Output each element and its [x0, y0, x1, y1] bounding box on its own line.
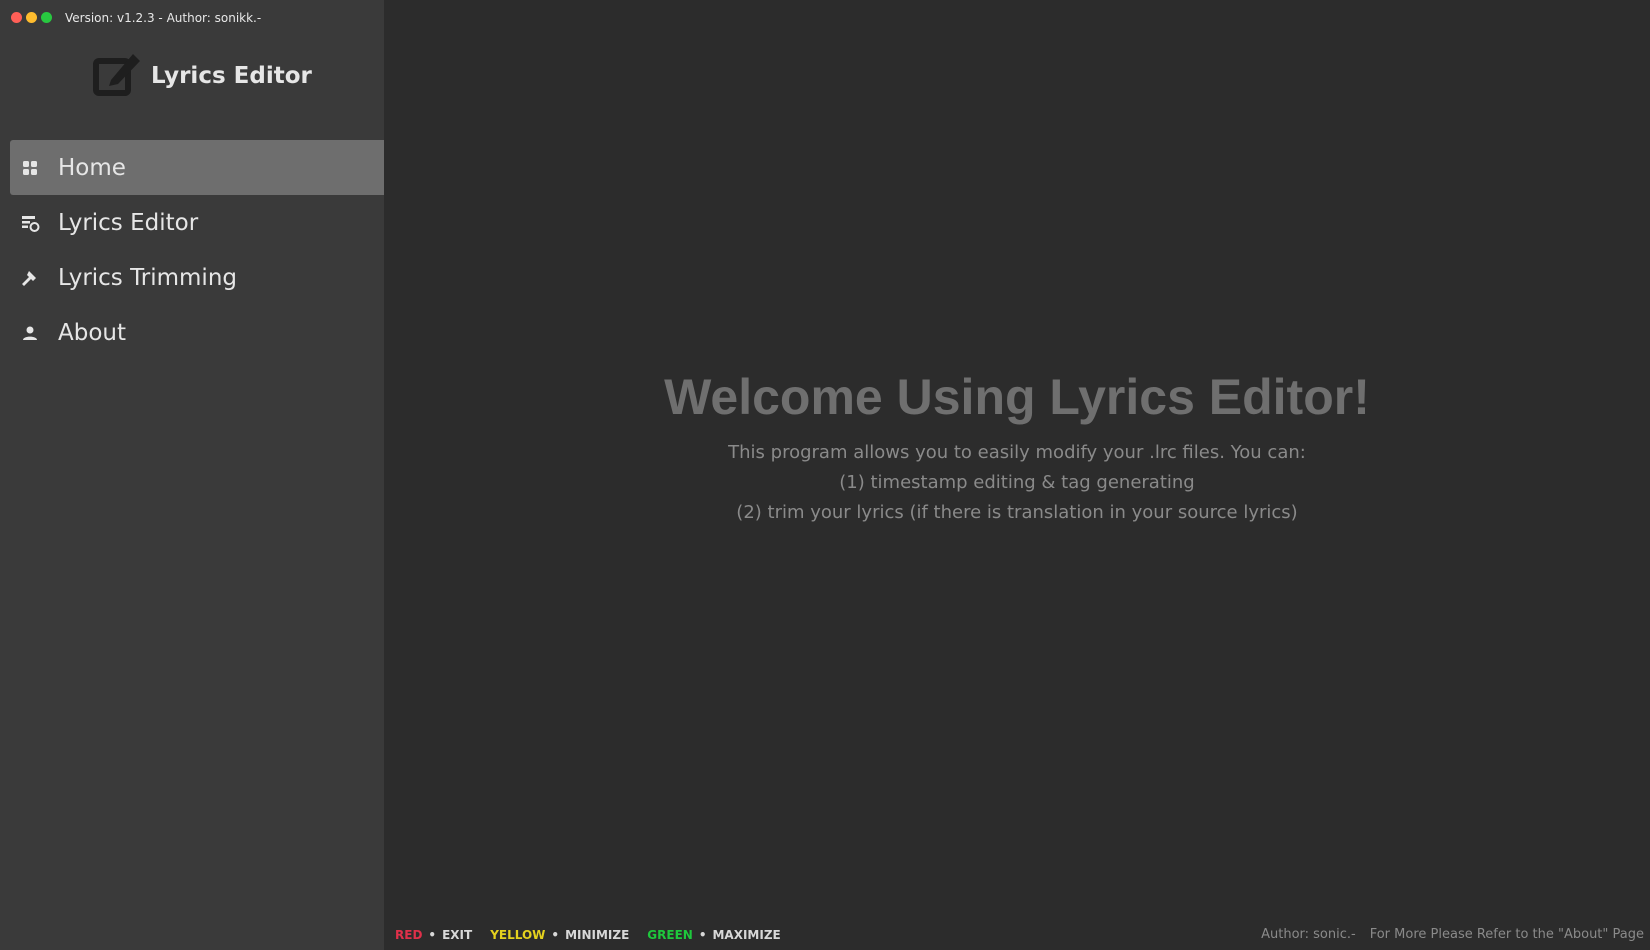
footer-about-hint: For More Please Refer to the "About" Pag…	[1369, 927, 1644, 942]
legend-maximize: GREEN • MAXIMIZE	[647, 928, 780, 942]
footer-info: Author: sonic.- For More Please Refer to…	[1261, 927, 1644, 942]
welcome-feature-1: (1) timestamp editing & tag generating	[839, 472, 1195, 493]
legend-bullet: •	[698, 928, 707, 942]
legend-color-label: GREEN	[647, 928, 693, 942]
legend-action-label: MAXIMIZE	[712, 928, 781, 942]
legend-exit: RED • EXIT	[395, 928, 472, 942]
window-controls	[11, 12, 52, 23]
minimize-window-button[interactable]	[26, 12, 37, 23]
legend-color-label: RED	[395, 928, 423, 942]
legend-bullet: •	[551, 928, 560, 942]
sidebar: Version: v1.2.3 - Author: sonikk.- Lyric…	[0, 0, 384, 950]
version-label: Version: v1.2.3 - Author: sonikk.-	[65, 11, 262, 25]
sidebar-item-label: About	[58, 319, 127, 346]
sidebar-nav: Home Lyrics Editor Lyrics Trimming About	[10, 140, 384, 360]
sidebar-item-lyrics-editor[interactable]: Lyrics Editor	[10, 195, 384, 250]
sidebar-item-label: Lyrics Trimming	[58, 264, 237, 291]
welcome-panel: Welcome Using Lyrics Editor! This progra…	[384, 368, 1650, 528]
sidebar-item-lyrics-trimming[interactable]: Lyrics Trimming	[10, 250, 384, 305]
sidebar-item-about[interactable]: About	[10, 305, 384, 360]
hammer-icon	[20, 268, 40, 288]
sidebar-item-home[interactable]: Home	[10, 140, 384, 195]
maximize-window-button[interactable]	[41, 12, 52, 23]
app-title: Lyrics Editor	[151, 62, 312, 89]
person-icon	[20, 323, 40, 343]
welcome-feature-2: (2) trim your lyrics (if there is transl…	[736, 502, 1298, 523]
close-window-button[interactable]	[11, 12, 22, 23]
legend-action-label: MINIMIZE	[565, 928, 630, 942]
welcome-title: Welcome Using Lyrics Editor!	[664, 369, 1370, 425]
sidebar-item-label: Lyrics Editor	[58, 209, 199, 236]
grid-icon	[20, 158, 40, 178]
brand: Lyrics Editor	[93, 47, 312, 104]
main-content: Welcome Using Lyrics Editor! This progra…	[384, 0, 1650, 950]
legend-color-label: YELLOW	[490, 928, 546, 942]
legend-bullet: •	[428, 928, 437, 942]
legend-action-label: EXIT	[442, 928, 473, 942]
edit-square-icon	[93, 47, 145, 104]
edit-list-icon	[20, 213, 40, 233]
window-controls-legend: RED • EXIT YELLOW • MINIMIZE GREEN • MAX…	[395, 928, 781, 942]
welcome-intro: This program allows you to easily modify…	[728, 442, 1306, 463]
legend-minimize: YELLOW • MINIMIZE	[490, 928, 629, 942]
app-window: Version: v1.2.3 - Author: sonikk.- Lyric…	[0, 0, 1650, 950]
footer-author: Author: sonic.-	[1261, 927, 1356, 942]
sidebar-item-label: Home	[58, 154, 126, 181]
